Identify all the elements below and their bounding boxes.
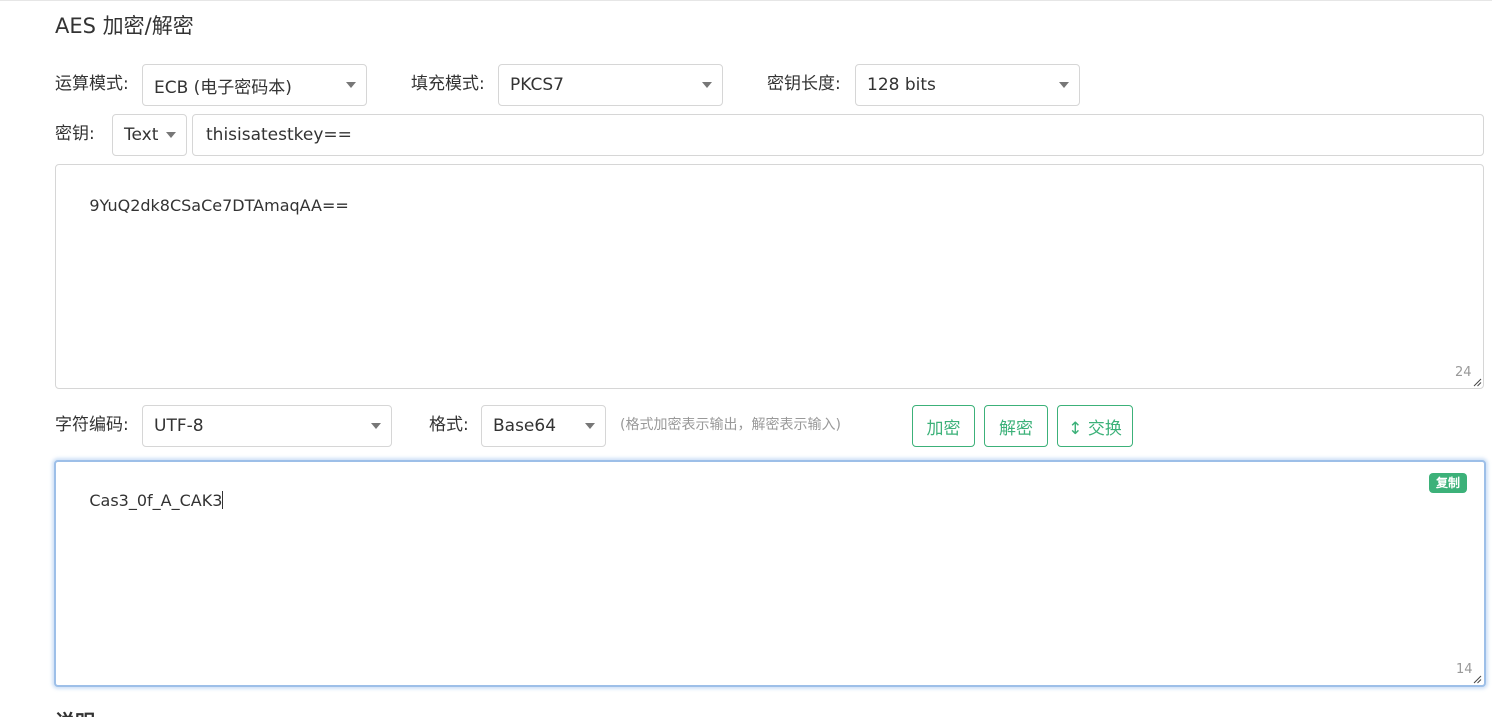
swap-button[interactable]: ↕ 交换 — [1057, 405, 1133, 447]
output-char-count: 14 — [1456, 662, 1473, 677]
resize-handle-icon[interactable] — [1473, 378, 1482, 387]
key-length-select[interactable]: 128 bits — [855, 64, 1080, 106]
text-cursor — [222, 491, 224, 509]
chevron-down-icon — [371, 423, 381, 429]
key-type-value: Text — [124, 125, 159, 145]
chevron-down-icon — [166, 132, 176, 138]
chevron-down-icon — [702, 82, 712, 88]
encrypt-button[interactable]: 加密 — [912, 405, 975, 447]
aes-tool-page: AES 加密/解密 运算模式: ECB (电子密码本) 填充模式: PKCS7 … — [0, 0, 1492, 717]
key-label: 密钥: — [55, 124, 95, 144]
chevron-down-icon — [346, 82, 356, 88]
charset-select[interactable]: UTF-8 — [142, 405, 392, 447]
input-textarea-value: 9YuQ2dk8CSaCe7DTAmaqAA== — [89, 196, 349, 215]
output-textarea-value: Cas3_0f_A_CAK3 — [89, 491, 223, 510]
charset-label: 字符编码: — [55, 415, 129, 435]
copy-button[interactable]: 复制 — [1429, 473, 1468, 493]
mode-select[interactable]: ECB (电子密码本) — [142, 64, 367, 106]
key-length-select-value: 128 bits — [867, 75, 936, 95]
mode-select-value: ECB (电子密码本) — [154, 77, 292, 98]
padding-select-value: PKCS7 — [510, 75, 564, 95]
key-input[interactable]: thisisatestkey== — [192, 114, 1484, 156]
section-heading-notes: 说明 — [55, 706, 95, 717]
top-divider — [0, 0, 1492, 1]
key-input-value: thisisatestkey== — [206, 125, 352, 145]
page-title: AES 加密/解密 — [55, 14, 194, 38]
output-textarea[interactable]: Cas3_0f_A_CAK3 — [54, 460, 1486, 687]
resize-handle-icon[interactable] — [1473, 675, 1482, 684]
chevron-down-icon — [585, 423, 595, 429]
decrypt-button[interactable]: 解密 — [984, 405, 1048, 447]
padding-label: 填充模式: — [411, 74, 485, 94]
mode-label: 运算模式: — [55, 74, 129, 94]
key-type-select[interactable]: Text — [112, 114, 187, 156]
padding-select[interactable]: PKCS7 — [498, 64, 723, 106]
key-length-label: 密钥长度: — [767, 74, 841, 94]
input-textarea[interactable]: 9YuQ2dk8CSaCe7DTAmaqAA== — [55, 164, 1484, 389]
format-label: 格式: — [429, 415, 469, 435]
chevron-down-icon — [1059, 82, 1069, 88]
format-hint: (格式加密表示输出，解密表示输入) — [620, 417, 841, 433]
format-select-value: Base64 — [493, 416, 557, 436]
charset-select-value: UTF-8 — [154, 416, 204, 436]
input-char-count: 24 — [1455, 365, 1472, 380]
format-select[interactable]: Base64 — [481, 405, 606, 447]
